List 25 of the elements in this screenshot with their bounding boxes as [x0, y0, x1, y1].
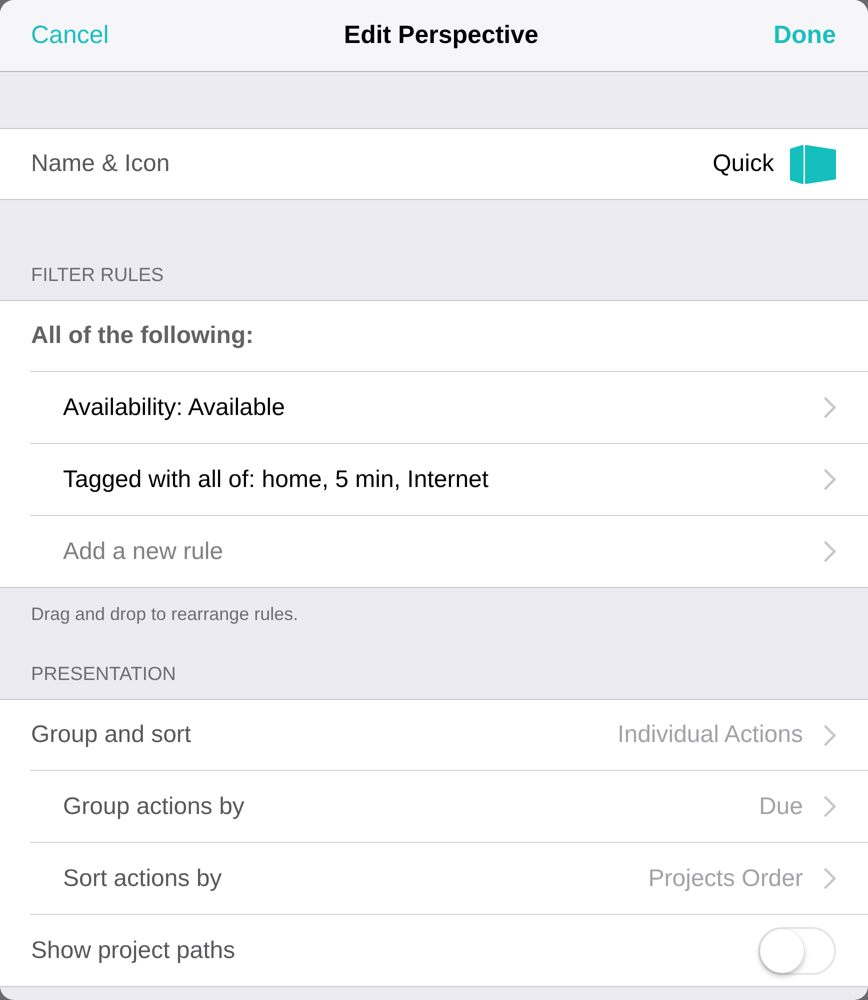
group-heading: All of the following: — [31, 322, 254, 350]
section-footer: Drag and drop to rearrange rules. — [31, 604, 298, 624]
perspective-name: Quick — [712, 150, 774, 178]
chevron-icon[interactable] — [824, 397, 836, 418]
chevron-icon[interactable] — [824, 469, 836, 490]
setting-label[interactable]: Sort actions by — [63, 864, 222, 892]
setting-label[interactable]: Group actions by — [63, 792, 244, 820]
section-header: FILTER RULES — [31, 265, 164, 286]
chevron-icon[interactable] — [824, 868, 836, 889]
setting-label[interactable]: Name & Icon — [31, 150, 170, 178]
add-rule-link[interactable]: Add a new rule — [63, 538, 224, 566]
toggle-switch[interactable] — [758, 926, 836, 974]
row-value: Projects Order — [648, 864, 803, 892]
chevron-icon[interactable] — [824, 724, 836, 746]
filter-rule[interactable]: Tagged with all of: home, 5 min, Internet — [63, 466, 489, 494]
section-header: PRESENTATION — [31, 664, 176, 685]
chevron-icon[interactable] — [824, 541, 836, 562]
setting-label[interactable]: Group and sort — [31, 721, 192, 749]
row-value: Due — [758, 792, 803, 820]
filter-rule[interactable]: Availability: Available — [63, 394, 285, 422]
setting-label: Show project paths — [31, 936, 236, 964]
row-value: Individual Actions — [618, 721, 803, 749]
chevron-icon[interactable] — [824, 796, 836, 817]
book-icon — [790, 144, 836, 184]
screen-title: Edit Perspective — [344, 21, 538, 50]
